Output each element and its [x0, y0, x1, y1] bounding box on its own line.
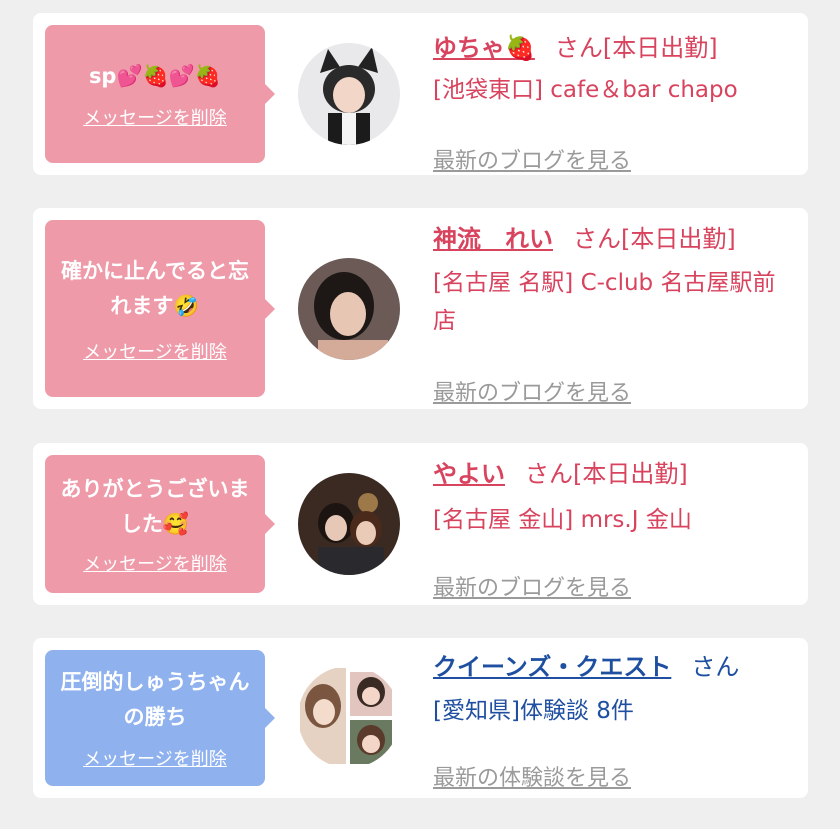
message-bubble: sp💕🍓💕🍓 メッセージを削除	[45, 25, 275, 163]
status-text: さん[本日出勤]	[573, 225, 736, 253]
message-bubble: 確かに止んでると忘れます🤣 メッセージを削除	[45, 220, 275, 397]
shop-name: [名古屋 金山] mrs.J 金山	[433, 507, 692, 533]
shop-info: クイーンズ・クエスト さん [愛知県]体験談 8件 最新の体験談を見る	[433, 648, 793, 791]
avatar[interactable]	[298, 666, 400, 768]
message-text: sp💕🍓💕🍓	[88, 63, 222, 88]
delete-message-link[interactable]: メッセージを削除	[83, 745, 227, 771]
delete-message-link[interactable]: メッセージを削除	[83, 104, 227, 130]
message-text: 圧倒的しゅうちゃんの勝ち	[60, 670, 250, 729]
status-text: さん[本日出勤]	[525, 460, 688, 488]
cast-name-link[interactable]: やよい	[433, 460, 505, 488]
message-card: sp💕🍓💕🍓 メッセージを削除 ゆちゃ🍓 さん[本日出勤] [池袋東口] cafe…	[33, 13, 808, 175]
status-text: さん	[691, 653, 740, 681]
message-bubble: ありがとうございました🥰 メッセージを削除	[45, 455, 275, 593]
shop-name: [名古屋 名駅] C-club 名古屋駅前店	[433, 270, 776, 334]
message-text: ありがとうございました🥰	[60, 477, 250, 536]
avatar[interactable]	[298, 258, 400, 360]
cast-info: ゆちゃ🍓 さん[本日出勤] [池袋東口] cafe＆bar chapo 最新のブロ…	[433, 29, 793, 174]
cast-info: やよい さん[本日出勤] [名古屋 金山] mrs.J 金山 最新のブログを見る	[433, 455, 793, 601]
latest-blog-link[interactable]: 最新のブログを見る	[433, 375, 631, 407]
shop-name-link[interactable]: クイーンズ・クエスト	[433, 653, 671, 681]
avatar[interactable]	[298, 473, 400, 575]
status-text: さん[本日出勤]	[554, 34, 718, 62]
delete-message-link[interactable]: メッセージを削除	[83, 338, 227, 364]
cast-name-link[interactable]: 神流 れい	[433, 225, 553, 253]
message-text: 確かに止んでると忘れます🤣	[61, 258, 249, 318]
message-bubble: 圧倒的しゅうちゃんの勝ち メッセージを削除	[45, 650, 275, 786]
cast-name-link[interactable]: ゆちゃ🍓	[433, 34, 535, 62]
avatar[interactable]	[298, 43, 400, 145]
message-card: 確かに止んでると忘れます🤣 メッセージを削除 神流 れい さん[本日出勤] [名古…	[33, 208, 808, 409]
latest-blog-link[interactable]: 最新のブログを見る	[433, 570, 631, 602]
latest-blog-link[interactable]: 最新のブログを見る	[433, 143, 631, 175]
delete-message-link[interactable]: メッセージを削除	[83, 550, 227, 576]
latest-review-link[interactable]: 最新の体験談を見る	[433, 760, 631, 792]
message-card: 圧倒的しゅうちゃんの勝ち メッセージを削除 クイーンズ・クエスト さん [愛知県]…	[33, 638, 808, 798]
shop-name: [池袋東口] cafe＆bar chapo	[433, 77, 738, 103]
message-card: ありがとうございました🥰 メッセージを削除 やよい さん[本日出勤] [名古屋 金…	[33, 443, 808, 605]
cast-info: 神流 れい さん[本日出勤] [名古屋 名駅] C-club 名古屋駅前店 最新の…	[433, 220, 793, 406]
review-count: [愛知県]体験談 8件	[433, 698, 634, 724]
